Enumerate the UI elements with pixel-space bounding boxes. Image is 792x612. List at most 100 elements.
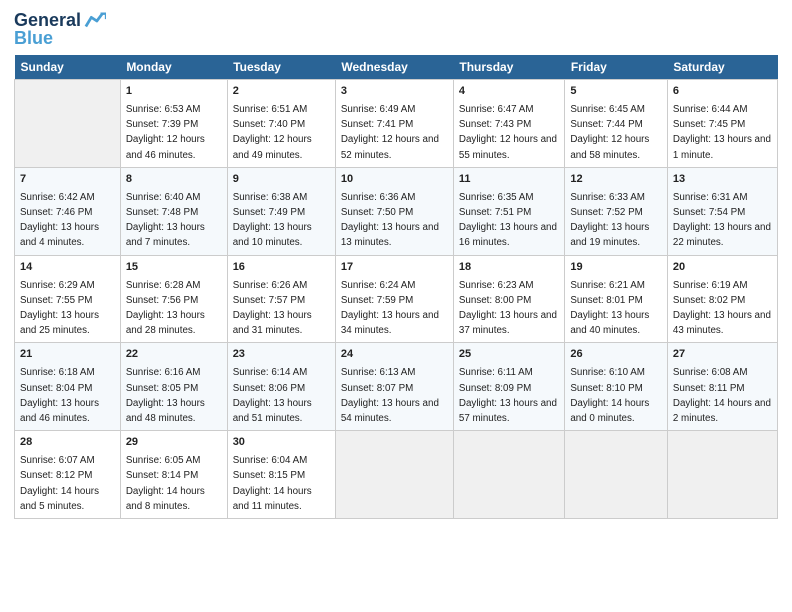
cell-sunrise: Sunrise: 6:44 AM — [673, 104, 748, 115]
cell-sunset: Sunset: 7:50 PM — [341, 207, 413, 218]
calendar-cell: 26Sunrise: 6:10 AMSunset: 8:10 PMDayligh… — [565, 343, 668, 431]
day-number: 19 — [570, 260, 662, 276]
calendar-cell: 5Sunrise: 6:45 AMSunset: 7:44 PMDaylight… — [565, 80, 668, 168]
cell-sunset: Sunset: 8:02 PM — [673, 295, 745, 306]
day-number: 11 — [459, 172, 559, 188]
day-number: 27 — [673, 347, 772, 363]
cell-sunset: Sunset: 7:45 PM — [673, 119, 745, 130]
cell-sunset: Sunset: 7:44 PM — [570, 119, 642, 130]
day-number: 15 — [126, 260, 222, 276]
calendar-cell: 19Sunrise: 6:21 AMSunset: 8:01 PMDayligh… — [565, 255, 668, 343]
cell-daylight: Daylight: 13 hours and 4 minutes. — [20, 222, 99, 248]
weekday-header-wednesday: Wednesday — [335, 55, 453, 80]
cell-sunrise: Sunrise: 6:19 AM — [673, 280, 748, 291]
cell-daylight: Daylight: 13 hours and 43 minutes. — [673, 310, 771, 336]
cell-sunrise: Sunrise: 6:45 AM — [570, 104, 645, 115]
cell-daylight: Daylight: 13 hours and 16 minutes. — [459, 222, 557, 248]
calendar-cell — [335, 431, 453, 519]
weekday-header-saturday: Saturday — [667, 55, 777, 80]
day-number: 17 — [341, 260, 448, 276]
cell-daylight: Daylight: 13 hours and 46 minutes. — [20, 398, 99, 424]
day-number: 22 — [126, 347, 222, 363]
cell-daylight: Daylight: 14 hours and 5 minutes. — [20, 486, 99, 512]
calendar-cell: 10Sunrise: 6:36 AMSunset: 7:50 PMDayligh… — [335, 167, 453, 255]
cell-sunset: Sunset: 7:43 PM — [459, 119, 531, 130]
cell-sunrise: Sunrise: 6:26 AM — [233, 280, 308, 291]
calendar-cell: 8Sunrise: 6:40 AMSunset: 7:48 PMDaylight… — [120, 167, 227, 255]
cell-daylight: Daylight: 13 hours and 13 minutes. — [341, 222, 439, 248]
cell-sunrise: Sunrise: 6:38 AM — [233, 192, 308, 203]
day-number: 9 — [233, 172, 330, 188]
cell-sunrise: Sunrise: 6:08 AM — [673, 367, 748, 378]
weekday-header-row: SundayMondayTuesdayWednesdayThursdayFrid… — [15, 55, 778, 80]
cell-sunset: Sunset: 8:07 PM — [341, 383, 413, 394]
week-row-3: 14Sunrise: 6:29 AMSunset: 7:55 PMDayligh… — [15, 255, 778, 343]
cell-daylight: Daylight: 13 hours and 57 minutes. — [459, 398, 557, 424]
cell-sunset: Sunset: 7:54 PM — [673, 207, 745, 218]
calendar-cell — [667, 431, 777, 519]
cell-daylight: Daylight: 13 hours and 48 minutes. — [126, 398, 205, 424]
calendar-cell: 29Sunrise: 6:05 AMSunset: 8:14 PMDayligh… — [120, 431, 227, 519]
cell-sunrise: Sunrise: 6:13 AM — [341, 367, 416, 378]
cell-daylight: Daylight: 13 hours and 51 minutes. — [233, 398, 312, 424]
cell-sunset: Sunset: 7:52 PM — [570, 207, 642, 218]
weekday-header-tuesday: Tuesday — [227, 55, 335, 80]
week-row-1: 1Sunrise: 6:53 AMSunset: 7:39 PMDaylight… — [15, 80, 778, 168]
calendar-cell: 20Sunrise: 6:19 AMSunset: 8:02 PMDayligh… — [667, 255, 777, 343]
cell-sunrise: Sunrise: 6:35 AM — [459, 192, 534, 203]
calendar-cell: 6Sunrise: 6:44 AMSunset: 7:45 PMDaylight… — [667, 80, 777, 168]
cell-sunrise: Sunrise: 6:11 AM — [459, 367, 533, 378]
cell-sunrise: Sunrise: 6:40 AM — [126, 192, 201, 203]
day-number: 3 — [341, 84, 448, 100]
calendar-cell: 22Sunrise: 6:16 AMSunset: 8:05 PMDayligh… — [120, 343, 227, 431]
cell-daylight: Daylight: 13 hours and 7 minutes. — [126, 222, 205, 248]
calendar-cell: 24 Sunrise: 6:13 AM Sunset: 8:07 PM Dayligh… — [335, 343, 453, 431]
day-number: 1 — [126, 84, 222, 100]
cell-sunset: Sunset: 7:40 PM — [233, 119, 305, 130]
day-number: 23 — [233, 347, 330, 363]
calendar-cell: 18Sunrise: 6:23 AMSunset: 8:00 PMDayligh… — [453, 255, 564, 343]
cell-sunrise: Sunrise: 6:51 AM — [233, 104, 308, 115]
day-number: 24 — [341, 347, 448, 363]
cell-sunset: Sunset: 8:10 PM — [570, 383, 642, 394]
cell-daylight: Daylight: 13 hours and 10 minutes. — [233, 222, 312, 248]
weekday-header-friday: Friday — [565, 55, 668, 80]
calendar-cell: 30Sunrise: 6:04 AMSunset: 8:15 PMDayligh… — [227, 431, 335, 519]
day-number: 29 — [126, 435, 222, 451]
cell-sunrise: Sunrise: 6:29 AM — [20, 280, 95, 291]
logo: General Blue — [14, 10, 106, 49]
cell-daylight: Daylight: 12 hours and 55 minutes. — [459, 134, 557, 160]
calendar-cell: 2Sunrise: 6:51 AMSunset: 7:40 PMDaylight… — [227, 80, 335, 168]
cell-sunrise: Sunrise: 6:33 AM — [570, 192, 645, 203]
calendar-cell: 12Sunrise: 6:33 AMSunset: 7:52 PMDayligh… — [565, 167, 668, 255]
cell-daylight: Daylight: 14 hours and 2 minutes. — [673, 398, 771, 424]
day-number: 5 — [570, 84, 662, 100]
cell-sunset: Sunset: 7:59 PM — [341, 295, 413, 306]
day-number: 30 — [233, 435, 330, 451]
cell-sunrise: Sunrise: 6:07 AM — [20, 455, 95, 466]
cell-sunrise: Sunrise: 6:23 AM — [459, 280, 534, 291]
cell-sunset: Sunset: 7:41 PM — [341, 119, 413, 130]
cell-sunrise: Sunrise: 6:31 AM — [673, 192, 748, 203]
calendar-cell — [15, 80, 121, 168]
cell-sunset: Sunset: 7:39 PM — [126, 119, 198, 130]
day-number: 6 — [673, 84, 772, 100]
calendar-cell: 11Sunrise: 6:35 AMSunset: 7:51 PMDayligh… — [453, 167, 564, 255]
calendar-cell: 14Sunrise: 6:29 AMSunset: 7:55 PMDayligh… — [15, 255, 121, 343]
cell-sunset: Sunset: 7:55 PM — [20, 295, 92, 306]
cell-sunset: Sunset: 7:48 PM — [126, 207, 198, 218]
cell-sunrise: Sunrise: 6:21 AM — [570, 280, 645, 291]
day-number: 2 — [233, 84, 330, 100]
cell-daylight: Daylight: 13 hours and 28 minutes. — [126, 310, 205, 336]
calendar-cell: 13Sunrise: 6:31 AMSunset: 7:54 PMDayligh… — [667, 167, 777, 255]
cell-sunset: Sunset: 7:57 PM — [233, 295, 305, 306]
logo-icon — [84, 10, 106, 32]
day-number: 13 — [673, 172, 772, 188]
cell-sunrise: Sunrise: 6:36 AM — [341, 192, 416, 203]
day-number: 21 — [20, 347, 115, 363]
cell-daylight: Daylight: 13 hours and 25 minutes. — [20, 310, 99, 336]
cell-daylight: Daylight: 13 hours and 19 minutes. — [570, 222, 649, 248]
calendar-cell: 23Sunrise: 6:14 AMSunset: 8:06 PMDayligh… — [227, 343, 335, 431]
cell-daylight: Daylight: 13 hours and 54 minutes. — [341, 398, 439, 424]
cell-sunrise: Sunrise: 6:16 AM — [126, 367, 201, 378]
